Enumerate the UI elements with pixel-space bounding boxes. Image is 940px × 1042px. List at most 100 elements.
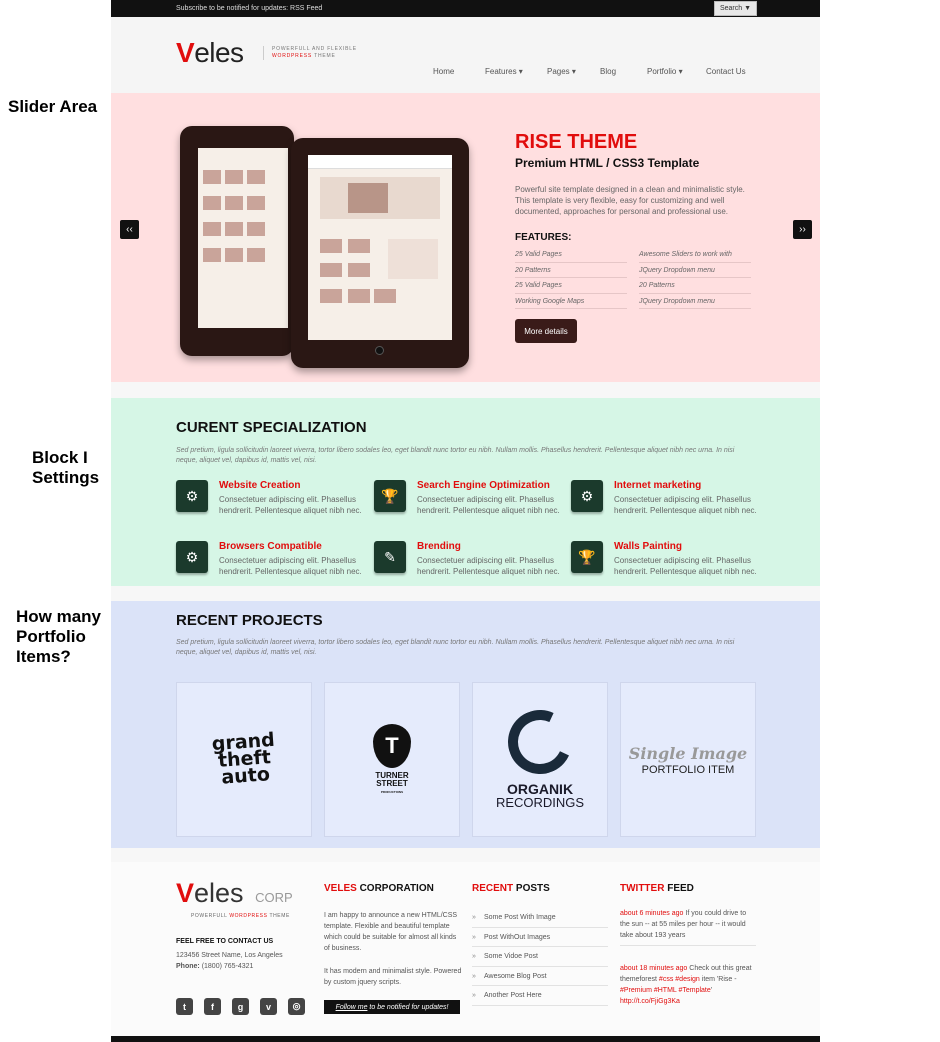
- post-link[interactable]: Some Vidoe Post: [472, 947, 608, 967]
- google-icon[interactable]: g: [232, 998, 249, 1015]
- projects-title: RECENT PROJECTS: [176, 612, 323, 629]
- specialization-block: CURENT SPECIALIZATION Sed pretium, ligul…: [111, 398, 820, 586]
- feature-item: Working Google Maps: [515, 294, 627, 309]
- nav-blog[interactable]: Blog: [600, 67, 647, 76]
- footer-logo[interactable]: Veles CORP: [176, 878, 293, 909]
- post-link[interactable]: Some Post With Image: [472, 908, 608, 928]
- service-title[interactable]: Brending: [417, 541, 461, 552]
- recent-posts-list: Some Post With Image Post WithOut Images…: [472, 908, 608, 1006]
- dribbble-icon[interactable]: ◎: [288, 998, 305, 1015]
- gear-icon: ⚙: [571, 480, 603, 512]
- search-button[interactable]: Search ▼: [714, 1, 757, 16]
- site-footer: Veles CORP POWERFULL WORDPRESS THEME FEE…: [111, 862, 820, 1036]
- feature-item: 20 Patterns: [639, 278, 751, 294]
- trophy-icon: 🏆: [571, 541, 603, 573]
- post-link[interactable]: Another Post Here: [472, 986, 608, 1006]
- tweet-link[interactable]: http://t.co/FjiGg3Ka: [620, 998, 680, 1005]
- portfolio-item[interactable]: Single Image PORTFOLIO ITEM: [620, 682, 756, 837]
- nav-home[interactable]: Home: [433, 67, 485, 76]
- main-nav: Home Features ▾ Pages ▾ Blog Portfolio ▾…: [433, 67, 746, 76]
- document-icon: ✎: [374, 541, 406, 573]
- logo-tagline: POWERFULL AND FLEXIBLE WORDPRESS THEME: [263, 46, 357, 60]
- tablet-front-image: [291, 138, 469, 368]
- nav-features[interactable]: Features ▾: [485, 67, 547, 76]
- feature-item: JQuery Dropdown menu: [639, 263, 751, 278]
- annotation-portfolio-items: How many Portfolio Items?: [16, 607, 102, 666]
- contact-title: FEEL FREE TO CONTACT US: [176, 938, 274, 945]
- trophy-icon: 🏆: [374, 480, 406, 512]
- service-item: ⚙ Internet marketing Consectetuer adipis…: [571, 480, 761, 524]
- service-description: Consectetuer adipiscing elit. Phasellus …: [417, 556, 560, 576]
- slider-prev-button[interactable]: ‹‹: [120, 220, 139, 239]
- feature-item: JQuery Dropdown menu: [639, 294, 751, 309]
- organik-logo-text: ORGANIK: [506, 780, 574, 797]
- slider-next-button[interactable]: ››: [793, 220, 812, 239]
- service-item: 🏆 Search Engine Optimization Consectetue…: [374, 480, 564, 524]
- specialization-description: Sed pretium, ligula sollicitudin laoreet…: [176, 447, 735, 464]
- tablet-back-image: [180, 126, 294, 356]
- corporation-title: VELES CORPORATION: [324, 883, 434, 894]
- service-item: ⚙ Browsers Compatible Consectetuer adipi…: [176, 541, 366, 585]
- service-description: Consectetuer adipiscing elit. Phasellus …: [219, 556, 362, 576]
- slider-subtitle: Premium HTML / CSS3 Template: [515, 156, 700, 170]
- features-list-left: 25 Valid Pages 20 Patterns 25 Valid Page…: [515, 247, 627, 309]
- post-link[interactable]: Awesome Blog Post: [472, 967, 608, 986]
- post-link[interactable]: Post WithOut Images: [472, 928, 608, 947]
- slider-description: Powerful site template designed in a cle…: [515, 185, 745, 216]
- portfolio-item-text: PORTFOLIO ITEM: [641, 763, 735, 776]
- slider-area: ‹‹ ›› RISE THEME Premium HTML / CSS3 Tem…: [111, 93, 820, 382]
- site-header: Veles POWERFULL AND FLEXIBLE WORDPRESS T…: [111, 17, 820, 93]
- contact-phone: Phone: (1800) 765-4321: [176, 963, 254, 970]
- corporation-text: I am happy to announce a new HTML/CSS te…: [324, 912, 458, 952]
- feature-item: 20 Patterns: [515, 263, 627, 278]
- more-details-button[interactable]: More details: [515, 319, 577, 343]
- footer-tagline: POWERFULL WORDPRESS THEME: [191, 913, 290, 919]
- projects-description: Sed pretium, ligula sollicitudin laoreet…: [176, 639, 735, 656]
- tweet-time[interactable]: about 6 minutes ago: [620, 910, 683, 917]
- bottom-bar: [111, 1036, 820, 1042]
- vimeo-icon[interactable]: v: [260, 998, 277, 1015]
- service-title[interactable]: Search Engine Optimization: [417, 480, 550, 491]
- tweet-time[interactable]: about 18 minutes ago: [620, 965, 687, 972]
- turner-badge-logo: T: [373, 723, 411, 768]
- portfolio-item[interactable]: T TURNER STREET PRODUCTIONS: [324, 682, 460, 837]
- service-item: ✎ Brending Consectetuer adipiscing elit.…: [374, 541, 564, 585]
- feature-item: 25 Valid Pages: [515, 247, 627, 263]
- nav-pages[interactable]: Pages ▾: [547, 67, 600, 76]
- organik-logo-subtext: RECORDINGS: [495, 794, 585, 810]
- service-description: Consectetuer adipiscing elit. Phasellus …: [614, 495, 757, 515]
- recent-posts-title: RECENT POSTS: [472, 883, 550, 894]
- organik-circle-logo: [498, 700, 582, 783]
- single-image-text: Single Image: [628, 743, 748, 763]
- service-title[interactable]: Walls Painting: [614, 541, 682, 552]
- features-list-right: Awesome Sliders to work with JQuery Drop…: [639, 247, 751, 309]
- recent-projects-block: RECENT PROJECTS Sed pretium, ligula soll…: [111, 601, 820, 848]
- subscribe-link[interactable]: Subscribe to be notified for updates: RS…: [176, 5, 322, 12]
- facebook-icon[interactable]: f: [204, 998, 221, 1015]
- gear-icon: ⚙: [176, 480, 208, 512]
- tweet: about 6 minutes ago If you could drive t…: [620, 908, 756, 946]
- specialization-title: CURENT SPECIALIZATION: [176, 419, 367, 436]
- service-title[interactable]: Website Creation: [219, 480, 301, 491]
- annotation-slider-area: Slider Area: [8, 97, 98, 116]
- twitter-icon[interactable]: t: [176, 998, 193, 1015]
- service-item: 🏆 Walls Painting Consectetuer adipiscing…: [571, 541, 761, 585]
- service-description: Consectetuer adipiscing elit. Phasellus …: [219, 495, 362, 515]
- service-item: ⚙ Website Creation Consectetuer adipisci…: [176, 480, 366, 524]
- twitter-feed-title: TWITTER FEED: [620, 883, 694, 894]
- gear-icon: ⚙: [176, 541, 208, 573]
- website-mockup: Subscribe to be notified for updates: RS…: [111, 0, 820, 1042]
- corporation-text-2: It has modern and minimalist style. Powe…: [324, 968, 462, 986]
- portfolio-item[interactable]: ORGANIK RECORDINGS: [472, 682, 608, 837]
- service-description: Consectetuer adipiscing elit. Phasellus …: [614, 556, 757, 576]
- nav-contact[interactable]: Contact Us: [706, 67, 746, 76]
- feature-item: 25 Valid Pages: [515, 278, 627, 294]
- follow-me-bar[interactable]: Follow me to be notified for updates!: [324, 1000, 460, 1014]
- portfolio-item[interactable]: grand theft auto: [176, 682, 312, 837]
- follow-me-link[interactable]: Follow me: [336, 1004, 368, 1011]
- service-title[interactable]: Internet marketing: [614, 480, 701, 491]
- nav-portfolio[interactable]: Portfolio ▾: [647, 67, 706, 76]
- site-logo[interactable]: Veles: [176, 37, 244, 69]
- tweet: about 18 minutes ago Check out this grea…: [620, 965, 752, 1005]
- service-title[interactable]: Browsers Compatible: [219, 541, 322, 552]
